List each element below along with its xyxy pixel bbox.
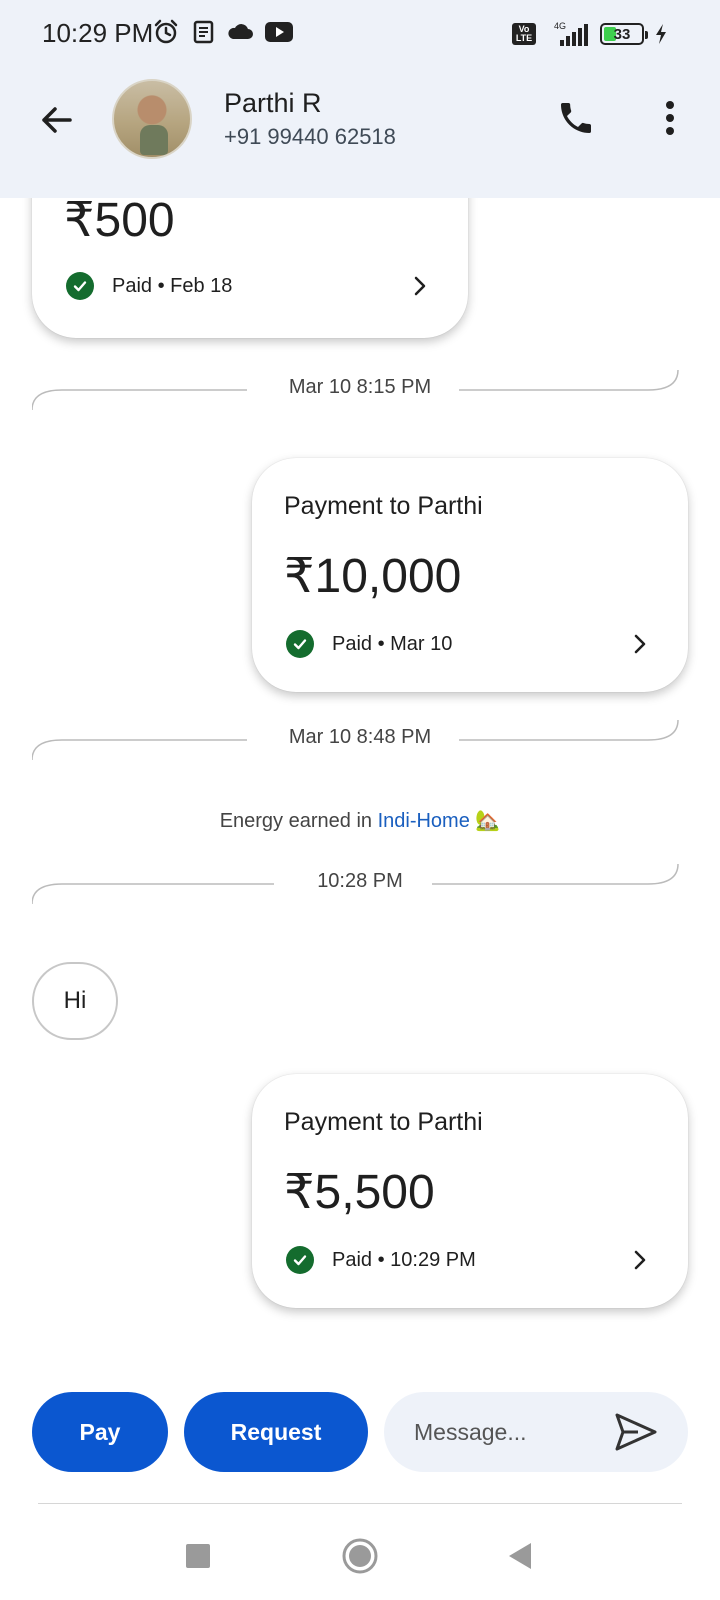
check-circle-icon: [286, 630, 314, 658]
date-divider: Mar 10 8:15 PM: [32, 370, 688, 410]
cloud-icon: [228, 24, 253, 39]
contact-name: Parthi R: [224, 88, 322, 118]
chevron-right-icon: [634, 1250, 646, 1270]
check-circle-icon: [286, 1246, 314, 1274]
home-button[interactable]: [336, 1532, 384, 1580]
send-button[interactable]: [612, 1410, 660, 1454]
more-vert-icon: [666, 101, 674, 135]
status-right-icons: Vo LTE 4G 33: [512, 20, 668, 48]
youtube-icon: [265, 22, 293, 42]
contact-phone: +91 99440 62518: [224, 124, 396, 149]
payment-status: Paid • Mar 10: [286, 630, 452, 658]
check-circle-icon: [66, 272, 94, 300]
date-divider-label: 10:28 PM: [309, 870, 411, 892]
payment-card[interactable]: Payment to Parthi ₹10,000 Paid • Mar 10: [252, 458, 688, 692]
alarm-icon: [154, 19, 178, 44]
indi-home-link[interactable]: Indi-Home: [378, 810, 470, 832]
network-type-label: 4G: [554, 21, 566, 31]
date-divider: Mar 10 8:48 PM: [32, 720, 688, 760]
payment-status: Paid • 10:29 PM: [286, 1246, 476, 1274]
more-options-button[interactable]: [650, 94, 690, 142]
composer-bar: Pay Request: [0, 1380, 720, 1472]
energy-info-text: Energy earned in: [219, 810, 378, 832]
volte-icon: Vo LTE: [512, 23, 536, 45]
square-icon: [186, 1544, 210, 1568]
payment-status-text: Paid • Feb 18: [112, 274, 233, 297]
call-button[interactable]: [552, 94, 600, 142]
request-button[interactable]: Request: [184, 1392, 368, 1472]
chevron-right-icon: [634, 634, 646, 654]
payment-title: Payment to Parthi: [284, 1108, 483, 1136]
payment-amount: ₹10,000: [284, 550, 462, 603]
payment-amount: ₹5,500: [284, 1166, 435, 1219]
message-bubble[interactable]: Hi: [32, 962, 118, 1040]
payment-status: Paid • Feb 18: [66, 272, 232, 300]
recents-button[interactable]: [174, 1532, 222, 1580]
arrow-back-icon: [42, 107, 72, 133]
chevron-right-icon: [414, 276, 426, 296]
date-divider-label: Mar 10 8:15 PM: [280, 376, 440, 398]
triangle-back-icon: [509, 1543, 531, 1569]
system-back-button[interactable]: [496, 1532, 544, 1580]
signal-icon: 4G: [554, 21, 588, 46]
payment-card[interactable]: Payment to Parthi ₹5,500 Paid • 10:29 PM: [252, 1074, 688, 1308]
pay-button[interactable]: Pay: [32, 1392, 168, 1472]
status-left-icons: [152, 18, 294, 46]
system-nav-bar: [0, 1510, 720, 1600]
payment-status-text: Paid • Mar 10: [332, 632, 453, 655]
payment-amount: ₹500: [64, 194, 175, 247]
payment-title: Payment to Parthi: [284, 492, 483, 520]
send-icon: [615, 1413, 657, 1451]
date-divider: 10:28 PM: [32, 864, 688, 904]
chat-thread[interactable]: ₹500 Paid • Feb 18 Mar 10 8:15 PM Paymen…: [0, 138, 720, 1358]
top-bar: 10:29 PM Vo LTE 4G 33 Parthi R +91 99440…: [0, 0, 720, 198]
phone-icon: [561, 103, 591, 133]
status-bar: 10:29 PM Vo LTE 4G 33: [0, 0, 720, 70]
charging-icon: [656, 24, 666, 44]
avatar[interactable]: [112, 79, 192, 159]
notes-icon: [193, 20, 214, 44]
payment-status-text: Paid • 10:29 PM: [332, 1248, 476, 1271]
house-icon: 🏡: [475, 810, 501, 832]
circle-icon: [342, 1538, 378, 1574]
screen: 10:29 PM Vo LTE 4G 33 Parthi R +91 99440…: [0, 0, 720, 1600]
energy-info: Energy earned in Indi-Home 🏡: [0, 808, 720, 833]
status-time: 10:29 PM: [42, 18, 154, 48]
date-divider-label: Mar 10 8:48 PM: [280, 726, 440, 748]
battery-icon: 33: [600, 23, 648, 45]
chat-header: Parthi R +91 99440 62518: [0, 70, 720, 198]
divider: [38, 1503, 682, 1504]
battery-level: 33: [613, 25, 631, 43]
back-button[interactable]: [30, 94, 82, 146]
